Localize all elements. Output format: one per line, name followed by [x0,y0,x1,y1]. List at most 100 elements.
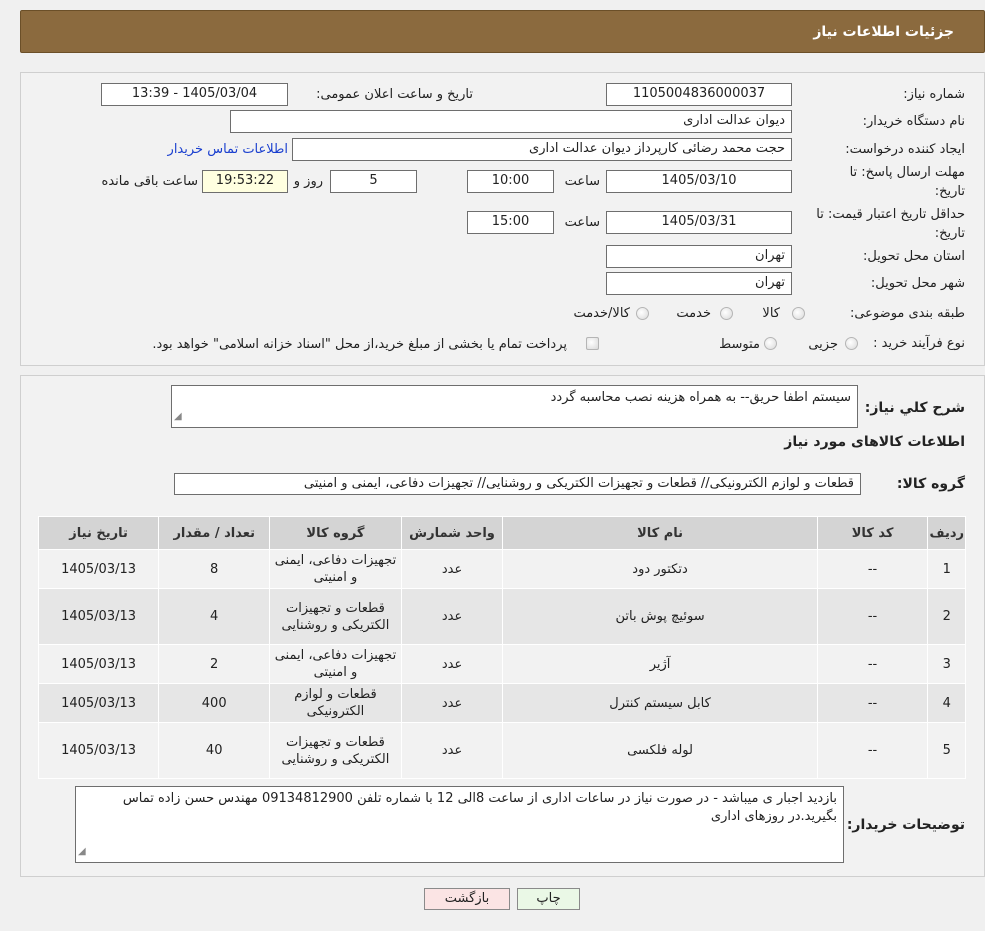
creator-label: ایجاد کننده درخواست: [845,142,965,157]
days-label: روز و [293,174,323,189]
cell-row: 1 [927,549,966,589]
buyer-notes-label: توضیحات خریدار: [846,817,965,833]
col-unit: واحد شمارش [400,516,504,550]
cell-row: 3 [927,644,966,684]
creator-field: حجت محمد رضائی کارپرداز دیوان عدالت ادار… [292,138,792,161]
cell-qty: 40 [158,722,271,779]
process-medium-radio[interactable] [764,337,777,350]
col-code: کد کالا [816,516,929,550]
cell-code: -- [816,722,929,779]
cell-name: سوئیچ پوش باتن [502,588,818,645]
cell-group: قطعات و لوازم الکترونیکی [269,683,402,723]
cell-qty: 400 [158,683,271,723]
remaining-label: ساعت باقی مانده [101,174,198,189]
col-qty: تعداد / مقدار [158,516,271,550]
process-label: نوع فرآیند خرید : [873,336,965,351]
table-row: 1 -- دتکتور دود عدد تجهیزات دفاعی، ایمنی… [37,549,966,589]
cell-unit: عدد [400,549,504,589]
cell-code: -- [816,549,929,589]
cell-group: تجهیزات دفاعی، ایمنی و امنیتی [269,549,402,589]
items-table-header: ردیف کد کالا نام کالا واحد شمارش گروه کا… [37,516,966,550]
cell-qty: 8 [158,549,271,589]
cell-group: قطعات و تجهیزات الکتریکی و روشنایی [269,588,402,645]
cell-name: لوله فلکسی [502,722,818,779]
process-minor-label: جزیی [808,337,838,352]
category-goods-label: کالا [762,306,780,321]
cell-row: 2 [927,588,966,645]
print-button[interactable]: چاپ [517,888,580,910]
cell-qty: 2 [158,644,271,684]
col-group: گروه کالا [269,516,402,550]
table-row: 2 -- سوئیچ پوش باتن عدد قطعات و تجهیزات … [37,588,966,645]
summary-textarea[interactable]: سیستم اطفا حریق-- به همراه هزینه نصب محا… [171,385,858,428]
cell-code: -- [816,644,929,684]
resize-grip-icon[interactable]: ◢ [78,843,86,861]
cell-name: کابل سیستم کنترل [502,683,818,723]
table-row: 3 -- آژیر عدد تجهیزات دفاعی، ایمنی و امن… [37,644,966,684]
cell-qty: 4 [158,588,271,645]
summary-label: شرح کلي نياز: [864,400,965,416]
cell-row: 5 [927,722,966,779]
table-row: 5 -- لوله فلکسی عدد قطعات و تجهیزات الکت… [37,722,966,779]
cell-date: 1405/03/13 [37,549,160,589]
col-row: ردیف [927,516,966,550]
cell-unit: عدد [400,588,504,645]
cell-row: 4 [927,683,966,723]
cell-unit: عدد [400,722,504,779]
cell-unit: عدد [400,644,504,684]
need-number-label: شماره نیاز: [903,87,965,102]
buyer-contact-link[interactable]: اطلاعات تماس خریدار [168,142,288,157]
announce-field: 1405/03/04 - 13:39 [101,83,288,106]
category-goods-radio[interactable] [792,307,805,320]
province-label: استان محل تحویل: [863,249,965,264]
cell-name: دتکتور دود [502,549,818,589]
deadline-time-field: 10:00 [467,170,554,193]
category-service-label: خدمت [676,306,711,321]
items-section-title: اطلاعات کالاهای مورد نیاز [784,434,965,450]
buyer-notes-text: بازدید اجبار ی میباشد - در صورت نیاز در … [122,791,837,824]
validity-date-field: 1405/03/31 [606,211,792,234]
page-title: جزئیات اطلاعات نیاز [813,24,954,40]
resize-grip-icon[interactable]: ◢ [174,408,182,426]
group-field: قطعات و لوازم الکترونیکی// قطعات و تجهیز… [174,473,861,495]
page-header: جزئیات اطلاعات نیاز [20,10,985,53]
buyer-org-label: نام دستگاه خریدار: [862,114,965,129]
city-label: شهر محل تحویل: [870,276,965,291]
cell-date: 1405/03/13 [37,722,160,779]
need-number-field: 1105004836000037 [606,83,792,106]
group-label: گروه کالا: [896,476,965,492]
deadline-time-label: ساعت [564,174,600,189]
category-service-radio[interactable] [720,307,733,320]
cell-code: -- [816,588,929,645]
process-medium-label: متوسط [719,337,760,352]
cell-date: 1405/03/13 [37,588,160,645]
cell-group: قطعات و تجهیزات الکتریکی و روشنایی [269,722,402,779]
validity-time-label: ساعت [564,215,600,230]
buyer-org-field: دیوان عدالت اداری [230,110,792,133]
announce-label: تاریخ و ساعت اعلان عمومی: [316,87,473,102]
back-button[interactable]: بازگشت [424,888,510,910]
validity-time-field: 15:00 [467,211,554,234]
category-both-radio[interactable] [636,307,649,320]
process-note: پرداخت تمام یا بخشی از مبلغ خرید،از محل … [152,337,567,352]
cell-date: 1405/03/13 [37,644,160,684]
deadline-label: مهلت ارسال پاسخ: تا تاریخ: [849,165,965,199]
col-name: نام کالا [502,516,818,550]
cell-unit: عدد [400,683,504,723]
days-field: 5 [330,170,417,193]
buyer-notes-textarea[interactable]: بازدید اجبار ی میباشد - در صورت نیاز در … [75,786,844,863]
table-row: 4 -- کابل سیستم کنترل عدد قطعات و لوازم … [37,683,966,723]
category-both-label: کالا/خدمت [573,306,630,321]
province-field: تهران [606,245,792,268]
process-treasury-checkbox[interactable] [586,337,599,350]
cell-code: -- [816,683,929,723]
validity-label: حداقل تاریخ اعتبار قیمت: تا تاریخ: [816,207,965,241]
process-minor-radio[interactable] [845,337,858,350]
summary-text: سیستم اطفا حریق-- به همراه هزینه نصب محا… [550,390,851,405]
deadline-date-field: 1405/03/10 [606,170,792,193]
cell-date: 1405/03/13 [37,683,160,723]
items-table: ردیف کد کالا نام کالا واحد شمارش گروه کا… [37,516,966,779]
remaining-time-field: 19:53:22 [202,170,288,193]
cell-name: آژیر [502,644,818,684]
category-label: طبقه بندی موضوعی: [849,306,965,321]
